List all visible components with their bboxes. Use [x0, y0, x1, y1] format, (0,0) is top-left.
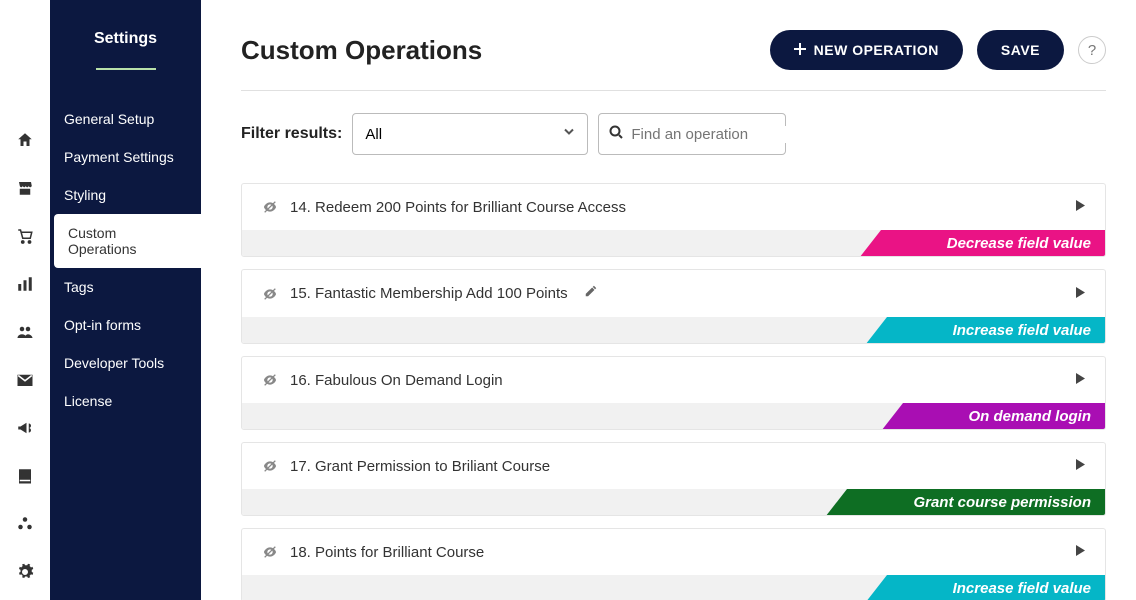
header: Custom Operations NEW OPERATION SAVE ?: [241, 30, 1106, 70]
operation-header[interactable]: 18. Points for Brilliant Course: [242, 529, 1105, 575]
eye-off-icon: [262, 458, 278, 474]
search-input[interactable]: [631, 126, 830, 143]
header-actions: NEW OPERATION SAVE ?: [770, 30, 1106, 70]
icon-rail: [0, 0, 50, 600]
main-content: Custom Operations NEW OPERATION SAVE ? F…: [201, 0, 1136, 600]
operation-badge: Decrease field value: [909, 230, 1105, 256]
filter-select[interactable]: All: [352, 113, 588, 155]
operation-card: 16. Fabulous On Demand Login On demand lo…: [241, 356, 1106, 430]
filter-row: Filter results: All: [241, 113, 1106, 155]
sidebar-title: Settings: [50, 30, 201, 48]
store-icon[interactable]: [15, 178, 35, 198]
caret-right-icon: [1076, 457, 1085, 475]
operation-title: 18. Points for Brilliant Course: [290, 544, 484, 561]
operation-header[interactable]: 17. Grant Permission to Briliant Course: [242, 443, 1105, 489]
operation-title-wrap: 14. Redeem 200 Points for Brilliant Cour…: [262, 199, 626, 216]
sidebar-item-general-setup[interactable]: General Setup: [50, 100, 201, 138]
help-button[interactable]: ?: [1078, 36, 1106, 64]
eye-off-icon: [262, 199, 278, 215]
search-wrap: [598, 113, 786, 155]
eye-off-icon: [262, 544, 278, 560]
page-title: Custom Operations: [241, 35, 482, 66]
sidebar-item-label: General Setup: [64, 111, 154, 127]
operation-title: 17. Grant Permission to Briliant Course: [290, 458, 550, 475]
operation-card: 17. Grant Permission to Briliant Course G…: [241, 442, 1106, 516]
help-icon: ?: [1088, 42, 1096, 59]
sidebar-item-label: Payment Settings: [64, 149, 174, 165]
home-icon[interactable]: [15, 130, 35, 150]
operation-list: 14. Redeem 200 Points for Brilliant Cour…: [241, 183, 1106, 600]
caret-right-icon: [1076, 543, 1085, 561]
sidebar-item-custom-operations[interactable]: Custom Operations: [54, 214, 201, 268]
save-button[interactable]: SAVE: [977, 30, 1064, 70]
sidebar: Settings General Setup Payment Settings St…: [50, 0, 201, 600]
save-label: SAVE: [1001, 42, 1040, 58]
book-icon[interactable]: [15, 466, 35, 486]
operation-badge: Increase field value: [915, 575, 1105, 600]
sidebar-item-label: Custom Operations: [68, 225, 136, 257]
operation-header[interactable]: 14. Redeem 200 Points for Brilliant Cour…: [242, 184, 1105, 230]
plus-icon: [794, 42, 806, 58]
operation-title-wrap: 18. Points for Brilliant Course: [262, 544, 484, 561]
sidebar-item-label: Styling: [64, 187, 106, 203]
eye-off-icon: [262, 286, 278, 302]
caret-right-icon: [1076, 371, 1085, 389]
operation-title: 16. Fabulous On Demand Login: [290, 372, 503, 389]
users-icon[interactable]: [15, 322, 35, 342]
sidebar-item-label: Opt-in forms: [64, 317, 141, 333]
megaphone-icon[interactable]: [15, 418, 35, 438]
operation-title-wrap: 15. Fantastic Membership Add 100 Points: [262, 284, 598, 303]
sidebar-item-developer-tools[interactable]: Developer Tools: [50, 344, 201, 382]
operation-title-wrap: 17. Grant Permission to Briliant Course: [262, 458, 550, 475]
eye-off-icon: [262, 372, 278, 388]
gear-icon[interactable]: [15, 562, 35, 582]
filter-select-wrap: All: [352, 113, 588, 155]
operation-footer: Increase field value: [242, 317, 1105, 343]
sidebar-underline: [96, 68, 156, 70]
new-operation-label: NEW OPERATION: [814, 42, 939, 58]
sidebar-item-payment-settings[interactable]: Payment Settings: [50, 138, 201, 176]
caret-right-icon: [1076, 285, 1085, 303]
sidebar-item-tags[interactable]: Tags: [50, 268, 201, 306]
modules-icon[interactable]: [15, 514, 35, 534]
operation-title: 15. Fantastic Membership Add 100 Points: [290, 285, 568, 302]
operation-footer: Grant course permission: [242, 489, 1105, 515]
operation-header[interactable]: 16. Fabulous On Demand Login: [242, 357, 1105, 403]
sidebar-item-styling[interactable]: Styling: [50, 176, 201, 214]
operation-card: 18. Points for Brilliant Course Increase …: [241, 528, 1106, 600]
pencil-icon[interactable]: [584, 284, 598, 303]
operation-badge: Grant course permission: [875, 489, 1105, 515]
chart-icon[interactable]: [15, 274, 35, 294]
caret-right-icon: [1076, 198, 1085, 216]
sidebar-item-license[interactable]: License: [50, 382, 201, 420]
operation-badge: Increase field value: [915, 317, 1105, 343]
operation-badge: On demand login: [931, 403, 1106, 429]
search-icon: [609, 125, 623, 144]
cart-icon[interactable]: [15, 226, 35, 246]
operation-header[interactable]: 15. Fantastic Membership Add 100 Points: [242, 270, 1105, 317]
sidebar-item-label: License: [64, 393, 112, 409]
operation-footer: Increase field value: [242, 575, 1105, 600]
sidebar-item-label: Tags: [64, 279, 94, 295]
sidebar-item-opt-in-forms[interactable]: Opt-in forms: [50, 306, 201, 344]
sidebar-item-label: Developer Tools: [64, 355, 164, 371]
mail-icon[interactable]: [15, 370, 35, 390]
new-operation-button[interactable]: NEW OPERATION: [770, 30, 963, 70]
operation-title-wrap: 16. Fabulous On Demand Login: [262, 372, 503, 389]
operation-title: 14. Redeem 200 Points for Brilliant Cour…: [290, 199, 626, 216]
operation-footer: Decrease field value: [242, 230, 1105, 256]
operation-footer: On demand login: [242, 403, 1105, 429]
operation-card: 15. Fantastic Membership Add 100 Points I…: [241, 269, 1106, 344]
filter-label: Filter results:: [241, 125, 342, 143]
divider: [241, 90, 1106, 91]
operation-card: 14. Redeem 200 Points for Brilliant Cour…: [241, 183, 1106, 257]
